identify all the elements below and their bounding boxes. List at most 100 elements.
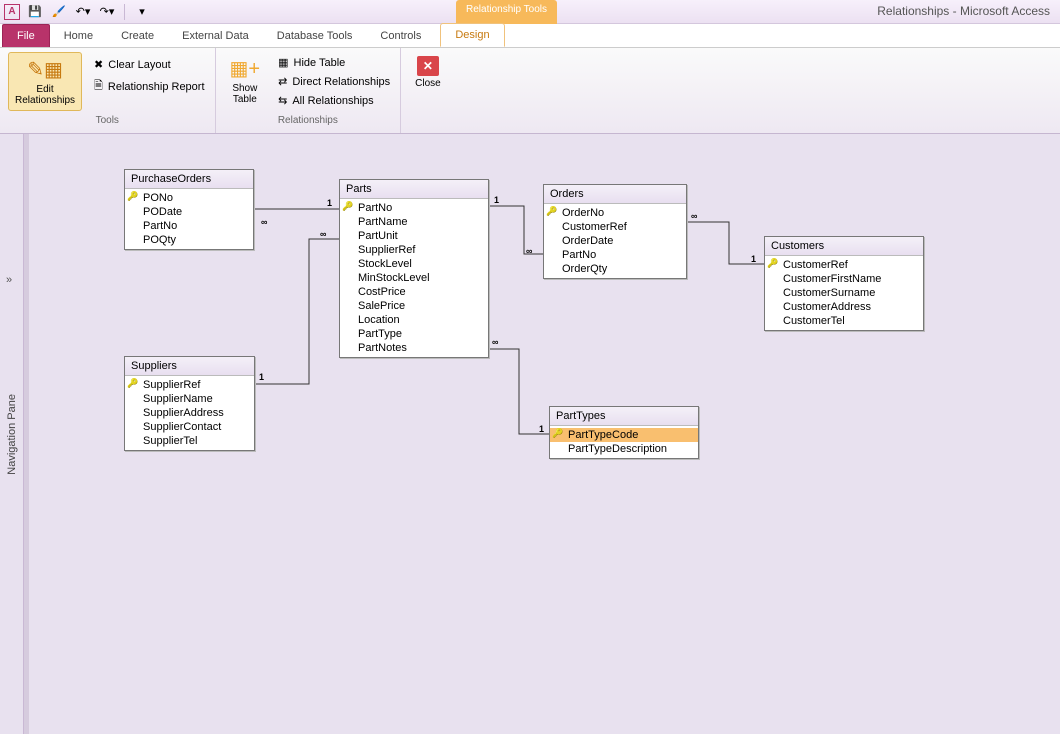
clear-layout-button[interactable]: ✖ Clear Layout — [92, 56, 206, 73]
tab-external-data[interactable]: External Data — [168, 25, 263, 47]
table-customers[interactable]: Customers CustomerRef CustomerFirstName … — [764, 236, 924, 331]
field-supplierref[interactable]: SupplierRef — [125, 378, 254, 392]
field-custsurname[interactable]: CustomerSurname — [765, 286, 923, 300]
qat-customize-icon[interactable]: ▾ — [133, 3, 151, 21]
field-location[interactable]: Location — [340, 313, 488, 327]
all-relationships-label: All Relationships — [292, 95, 373, 107]
ribbon-tabs: File Home Create External Data Database … — [0, 24, 1060, 48]
field-partunit[interactable]: PartUnit — [340, 229, 488, 243]
expand-nav-icon[interactable]: » — [6, 274, 12, 286]
rel-many-orders-cust: ∞ — [691, 211, 697, 221]
field-parttypecode[interactable]: PartTypeCode — [550, 428, 698, 442]
relationship-report-icon: 🗎 — [94, 77, 103, 96]
table-orders[interactable]: Orders OrderNo CustomerRef OrderDate Par… — [543, 184, 687, 279]
group-label-close — [409, 115, 447, 129]
field-custaddress[interactable]: CustomerAddress — [765, 300, 923, 314]
window-title: Relationships - Microsoft Access — [877, 4, 1050, 18]
table-fields: PONo PODate PartNo POQty — [125, 189, 253, 249]
undo-icon[interactable]: ↶▾ — [74, 3, 92, 21]
table-title[interactable]: PurchaseOrders — [125, 170, 253, 189]
relationships-canvas[interactable]: ∞ 1 1 ∞ 1 ∞ ∞ 1 ∞ 1 PurchaseOrders PONo … — [24, 134, 1060, 734]
redo-icon[interactable]: ↷▾ — [98, 3, 116, 21]
field-custfirst[interactable]: CustomerFirstName — [765, 272, 923, 286]
direct-relationships-button[interactable]: ⇄ Direct Relationships — [276, 73, 392, 90]
show-table-button[interactable]: ▦+ Show Table — [224, 52, 267, 109]
rel-many-parts-pt: ∞ — [492, 337, 498, 347]
field-supplierref[interactable]: SupplierRef — [340, 243, 488, 257]
field-saleprice[interactable]: SalePrice — [340, 299, 488, 313]
table-parttypes[interactable]: PartTypes PartTypeCode PartTypeDescripti… — [549, 406, 699, 459]
rel-many-po-parts: ∞ — [261, 217, 267, 227]
ribbon-group-relationships: ▦+ Show Table ▦ Hide Table ⇄ Direct Relati… — [216, 48, 402, 133]
save-icon[interactable]: 💾 — [26, 3, 44, 21]
hide-table-icon: ▦ — [278, 56, 288, 69]
hide-table-label: Hide Table — [294, 57, 346, 69]
field-custtel[interactable]: CustomerTel — [765, 314, 923, 328]
field-costprice[interactable]: CostPrice — [340, 285, 488, 299]
field-suppliercontact[interactable]: SupplierContact — [125, 420, 254, 434]
tab-database-tools[interactable]: Database Tools — [263, 25, 367, 47]
brush-icon[interactable]: 🖌️ — [50, 3, 68, 21]
field-orderdate[interactable]: OrderDate — [544, 234, 686, 248]
close-button[interactable]: ✕ Close — [409, 52, 447, 93]
field-poqty[interactable]: POQty — [125, 233, 253, 247]
field-stocklevel[interactable]: StockLevel — [340, 257, 488, 271]
field-partnotes[interactable]: PartNotes — [340, 341, 488, 355]
table-parts[interactable]: Parts PartNo PartName PartUnit SupplierR… — [339, 179, 489, 358]
rel-one-po-parts: 1 — [327, 198, 332, 208]
qat-separator — [124, 4, 125, 20]
field-supplieraddr[interactable]: SupplierAddress — [125, 406, 254, 420]
table-suppliers[interactable]: Suppliers SupplierRef SupplierName Suppl… — [124, 356, 255, 451]
field-partno[interactable]: PartNo — [340, 201, 488, 215]
rel-one-parts-pt: 1 — [539, 424, 544, 434]
table-title[interactable]: PartTypes — [550, 407, 698, 426]
table-title[interactable]: Orders — [544, 185, 686, 204]
tab-create[interactable]: Create — [107, 25, 168, 47]
group-label-tools: Tools — [8, 115, 207, 129]
all-relationships-button[interactable]: ⇆All Relationships — [276, 92, 392, 109]
rel-many-sup-parts: ∞ — [320, 229, 326, 239]
field-parttypedesc[interactable]: PartTypeDescription — [550, 442, 698, 456]
group-label-relationships: Relationships — [224, 115, 393, 129]
rel-one-orders-cust: 1 — [751, 254, 756, 264]
table-fields: OrderNo CustomerRef OrderDate PartNo Ord… — [544, 204, 686, 278]
navigation-pane-collapsed[interactable]: » Navigation Pane — [0, 134, 24, 734]
field-partno[interactable]: PartNo — [544, 248, 686, 262]
contextual-tab-label: Relationship Tools — [456, 0, 557, 24]
table-title[interactable]: Customers — [765, 237, 923, 256]
table-purchase-orders[interactable]: PurchaseOrders PONo PODate PartNo POQty — [124, 169, 254, 250]
field-partno[interactable]: PartNo — [125, 219, 253, 233]
field-pono[interactable]: PONo — [125, 191, 253, 205]
field-parttype[interactable]: PartType — [340, 327, 488, 341]
field-suppliertel[interactable]: SupplierTel — [125, 434, 254, 448]
table-title[interactable]: Suppliers — [125, 357, 254, 376]
field-suppliername[interactable]: SupplierName — [125, 392, 254, 406]
rel-one-parts-orders: 1 — [494, 195, 499, 205]
field-orderqty[interactable]: OrderQty — [544, 262, 686, 276]
field-minstocklevel[interactable]: MinStockLevel — [340, 271, 488, 285]
field-customerref[interactable]: CustomerRef — [765, 258, 923, 272]
table-fields: PartTypeCode PartTypeDescription — [550, 426, 698, 458]
tab-home[interactable]: Home — [50, 25, 107, 47]
field-podate[interactable]: PODate — [125, 205, 253, 219]
app-icon: A — [4, 4, 20, 20]
tab-design[interactable]: Design — [440, 23, 504, 47]
clear-layout-label: Clear Layout — [108, 59, 170, 71]
table-fields: PartNo PartName PartUnit SupplierRef Sto… — [340, 199, 488, 357]
relationship-report-button[interactable]: 🗎 Relationship Report — [92, 75, 206, 98]
field-orderno[interactable]: OrderNo — [544, 206, 686, 220]
field-customerref[interactable]: CustomerRef — [544, 220, 686, 234]
field-partname[interactable]: PartName — [340, 215, 488, 229]
edit-relationships-button[interactable]: ✎▦ Edit Relationships — [8, 52, 82, 111]
table-title[interactable]: Parts — [340, 180, 488, 199]
show-table-icon: ▦+ — [230, 56, 261, 81]
direct-relationships-label: Direct Relationships — [292, 76, 390, 88]
ribbon-group-tools: ✎▦ Edit Relationships ✖ Clear Layout 🗎 R… — [0, 48, 216, 133]
tab-controls[interactable]: Controls — [366, 25, 435, 47]
table-fields: CustomerRef CustomerFirstName CustomerSu… — [765, 256, 923, 330]
hide-table-button[interactable]: ▦ Hide Table — [276, 54, 392, 71]
tab-file[interactable]: File — [2, 24, 50, 47]
close-icon: ✕ — [417, 56, 439, 76]
relationship-report-label: Relationship Report — [108, 81, 205, 93]
direct-relationships-icon: ⇄ — [278, 75, 287, 88]
